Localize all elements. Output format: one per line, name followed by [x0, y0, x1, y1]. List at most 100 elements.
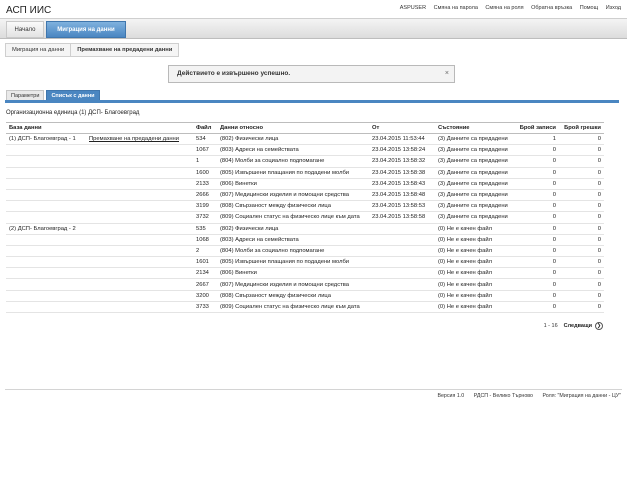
column-header-file[interactable]: Файл	[193, 122, 217, 134]
table-row: 3732 (809) Социален статус на физическо л…	[6, 211, 604, 224]
help-link[interactable]: Помощ	[580, 5, 598, 11]
column-header-database[interactable]: База данни	[6, 122, 86, 134]
column-header-error-count[interactable]: Брой грешки	[559, 122, 604, 134]
cell-data-about: (804) Молби за социално подпомагане	[217, 155, 369, 168]
cell-record-count: 0	[515, 155, 559, 168]
cell-status: (3) Данните са предадени	[435, 178, 515, 190]
cell-database	[6, 178, 86, 190]
column-header-action	[86, 122, 193, 134]
cell-file: 1600	[193, 167, 217, 179]
alert-message: Действието е извършено успешно.	[177, 70, 291, 77]
cell-record-count: 0	[515, 301, 559, 314]
cell-status: (0) Не е качен файл	[435, 278, 515, 291]
cell-error-count: 0	[559, 200, 604, 213]
cell-action	[86, 144, 193, 157]
cell-file: 3733	[193, 301, 217, 314]
table-row: (2) ДСП- Благоевград - 2 535 (802) Физичес…	[6, 223, 604, 235]
cell-status: (0) Не е качен файл	[435, 234, 515, 246]
cell-from: 23.04.2015 13:58:53	[369, 200, 435, 213]
cell-from	[369, 267, 435, 280]
table-row: 3733 (809) Социален статус на физическо л…	[6, 301, 604, 314]
column-header-data-about[interactable]: Данни относно	[217, 122, 369, 134]
cell-status: (3) Данните са предадени	[435, 200, 515, 213]
column-header-from[interactable]: От	[369, 122, 435, 134]
table-header-row: База данни Файл Данни относно От Състоян…	[6, 122, 604, 134]
cell-file: 534	[193, 133, 217, 146]
cell-record-count: 0	[515, 234, 559, 246]
cell-database	[6, 234, 86, 246]
cell-data-about: (809) Социален статус на физическо лице …	[217, 211, 369, 224]
cell-error-count: 0	[559, 223, 604, 235]
feedback-link[interactable]: Обратна връзка	[531, 5, 572, 11]
cell-from	[369, 278, 435, 291]
user-link[interactable]: ASPUSER	[400, 5, 426, 11]
cell-action	[86, 290, 193, 302]
cell-database	[6, 167, 86, 179]
cell-status: (3) Данните са предадени	[435, 144, 515, 157]
success-alert: Действието е извършено успешно. ×	[168, 65, 455, 83]
change-role-link[interactable]: Смяна на роля	[485, 5, 523, 11]
cell-data-about: (809) Социален статус на физическо лице …	[217, 301, 369, 314]
cell-data-about: (804) Молби за социално подпомагане	[217, 245, 369, 258]
cell-data-about: (806) Винетки	[217, 178, 369, 190]
cell-action	[86, 189, 193, 202]
cell-record-count: 1	[515, 133, 559, 146]
footer: Версия 1.0 РДСП - Велико Търново Роля: "…	[429, 393, 621, 399]
cell-record-count: 0	[515, 245, 559, 258]
cell-data-about: (802) Физически лица	[217, 133, 369, 146]
table-row: 2134 (806) Винетки (0) Не е качен файл 0 0	[6, 267, 604, 280]
column-header-record-count[interactable]: Брой записи	[515, 122, 559, 134]
cell-status: (0) Не е качен файл	[435, 245, 515, 258]
cell-from: 23.04.2015 13:58:38	[369, 167, 435, 179]
table-row: 2667 (807) Медицински изделия и помощни с…	[6, 278, 604, 291]
cell-record-count: 0	[515, 223, 559, 235]
cell-data-about: (807) Медицински изделия и помощни средс…	[217, 189, 369, 202]
nav-tab-home[interactable]: Начало	[6, 21, 44, 38]
cell-from	[369, 223, 435, 235]
cell-action	[86, 211, 193, 224]
breadcrumb-item-migration[interactable]: Миграция на данни	[5, 43, 72, 57]
next-page-link[interactable]: Следващи	[564, 323, 592, 329]
cell-record-count: 0	[515, 267, 559, 280]
cell-error-count: 0	[559, 267, 604, 280]
cell-from	[369, 290, 435, 302]
tab-underline	[5, 100, 619, 103]
cell-error-count: 0	[559, 178, 604, 190]
cell-error-count: 0	[559, 301, 604, 314]
cell-action	[86, 256, 193, 269]
table-row: 1067 (803) Адреси на семействата 23.04.201…	[6, 144, 604, 157]
remove-submitted-data-link[interactable]: Премахване на предадени данни	[89, 136, 179, 142]
cell-status: (0) Не е качен файл	[435, 256, 515, 269]
cell-from: 23.04.2015 13:58:58	[369, 211, 435, 224]
cell-from	[369, 301, 435, 314]
logout-link[interactable]: Изход	[606, 5, 621, 11]
cell-data-about: (803) Адреси на семействата	[217, 234, 369, 246]
cell-data-about: (808) Свързаност между физически лица	[217, 200, 369, 213]
cell-data-about: (805) Извършени плащания по подадени мол…	[217, 167, 369, 179]
cell-action	[86, 167, 193, 179]
cell-status: (3) Данните са предадени	[435, 133, 515, 146]
cell-file: 2666	[193, 189, 217, 202]
cell-status: (3) Данните са предадени	[435, 189, 515, 202]
cell-from	[369, 234, 435, 246]
cell-database	[6, 189, 86, 202]
cell-file: 1	[193, 155, 217, 168]
cell-status: (3) Данните са предадени	[435, 155, 515, 168]
close-icon[interactable]: ×	[445, 66, 449, 82]
cell-action	[86, 200, 193, 213]
cell-from: 23.04.2015 13:58:43	[369, 178, 435, 190]
footer-version: Версия 1.0	[437, 393, 465, 399]
cell-error-count: 0	[559, 189, 604, 202]
cell-record-count: 0	[515, 290, 559, 302]
org-unit-label: Организационна единица (1) ДСП- Благоевг…	[6, 110, 140, 116]
nav-tab-data-migration[interactable]: Миграция на данни	[46, 21, 126, 38]
cell-file: 1067	[193, 144, 217, 157]
table-row: 1600 (805) Извършени плащания по подадени…	[6, 167, 604, 179]
table-row: 1 (804) Молби за социално подпомагане 23.0…	[6, 155, 604, 168]
cell-error-count: 0	[559, 211, 604, 224]
footer-divider	[5, 389, 622, 390]
change-password-link[interactable]: Смяна на парола	[434, 5, 478, 11]
column-header-status[interactable]: Състояние	[435, 122, 515, 134]
cell-action	[86, 278, 193, 291]
chevron-right-icon[interactable]: ❯	[595, 322, 603, 330]
